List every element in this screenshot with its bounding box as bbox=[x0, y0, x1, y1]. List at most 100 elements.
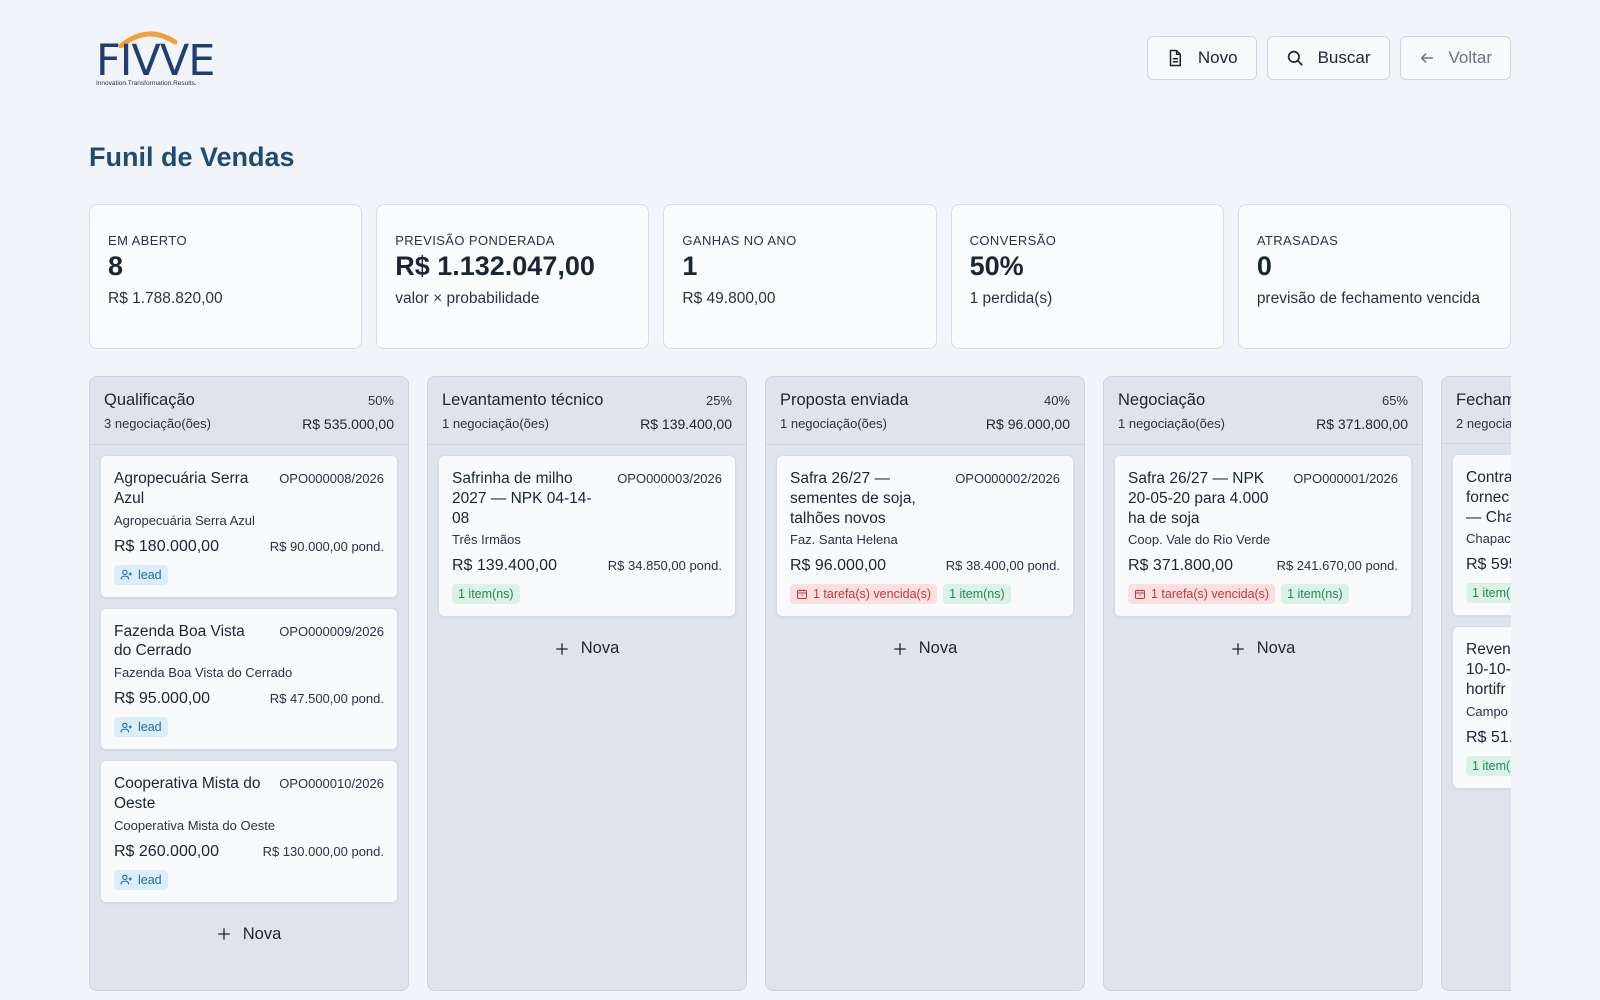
deal-title: Safrinha de milho 2027 — NPK 04-14-08 bbox=[452, 470, 592, 527]
calendar-alert-icon bbox=[797, 589, 807, 600]
column-body: Contra fornec — Cha Chapac R$ 595 1 item… bbox=[1442, 444, 1511, 789]
kpi-ganhas-no-ano: GANHAS NO ANO 1 R$ 49.800,00 bbox=[663, 204, 937, 349]
items-badge: 1 item(ns) bbox=[1281, 584, 1349, 605]
deal-value: R$ 260.000,00 bbox=[114, 842, 219, 860]
nova-button[interactable]: Nova bbox=[776, 627, 1074, 674]
document-icon bbox=[1169, 49, 1181, 67]
column-header: Levantamento técnico 25% 1 negociação(õe… bbox=[428, 377, 746, 445]
deal-card[interactable]: Agropecuária Serra Azul OPO000008/2026 A… bbox=[100, 455, 398, 598]
deal-title: Safra 26/27 — NPK 20-05-20 para 4.000 ha… bbox=[1128, 470, 1269, 527]
column-body: Safra 26/27 — NPK 20-05-20 para 4.000 ha… bbox=[1104, 445, 1422, 674]
voltar-button[interactable]: Voltar bbox=[1399, 36, 1511, 80]
kanban-board-viewport[interactable]: Qualificação 50% 3 negociação(ões) R$ 53… bbox=[89, 376, 1511, 992]
deal-code: OPO000003/2026 bbox=[617, 471, 722, 486]
kpi-sub: 1 perdida(s) bbox=[969, 289, 1053, 307]
plus-icon bbox=[1231, 643, 1244, 655]
deal-weighted-value: R$ 130.000,00 pond. bbox=[262, 843, 384, 859]
column-name: Qualificação bbox=[104, 391, 195, 409]
lead-badge-label: lead bbox=[138, 567, 162, 582]
kpi-previsao-ponderada: PREVISÃO PONDERADA R$ 1.132.047,00 valor… bbox=[376, 204, 650, 349]
deal-client: Faz. Santa Helena bbox=[790, 532, 898, 548]
column-header: Qualificação 50% 3 negociação(ões) R$ 53… bbox=[90, 377, 408, 445]
kpi-value: 0 bbox=[1256, 251, 1272, 281]
user-plus-icon bbox=[120, 722, 132, 733]
deal-title: Agropecuária Serra Azul bbox=[114, 470, 249, 507]
fivve-logo[interactable]: FIVVE Innovation.Transformation.Results. bbox=[89, 26, 215, 90]
nova-button[interactable]: Nova bbox=[100, 913, 398, 960]
column-name: Levantamento técnico bbox=[442, 391, 604, 409]
deal-code: OPO000010/2026 bbox=[279, 776, 384, 792]
nova-label: Nova bbox=[1256, 639, 1296, 658]
logo-tagline: Innovation.Transformation.Results. bbox=[96, 80, 197, 87]
deal-title: Fazenda Boa Vista do Cerrado bbox=[114, 622, 245, 660]
deal-weighted-value: R$ 38.400,00 pond. bbox=[945, 558, 1060, 574]
nova-label: Nova bbox=[580, 639, 620, 658]
deal-card[interactable]: Safra 26/27 — sementes de soja, talhões … bbox=[776, 455, 1074, 618]
column-total: R$ 535.000,00 bbox=[302, 416, 394, 432]
deal-card[interactable]: Fazenda Boa Vista do Cerrado OPO000009/2… bbox=[100, 607, 398, 751]
deal-value: R$ 96.000,00 bbox=[790, 557, 887, 575]
kpi-label: EM ABERTO bbox=[108, 233, 187, 248]
column-probability: 65% bbox=[1381, 393, 1408, 408]
column-qualificacao: Qualificação 50% 3 negociação(ões) R$ 53… bbox=[89, 376, 409, 991]
column-name: Proposta enviada bbox=[780, 391, 909, 409]
top-bar: FIVVE Innovation.Transformation.Results.… bbox=[89, 26, 1511, 90]
deal-title: Cooperativa Mista do Oeste bbox=[114, 775, 261, 813]
deal-value: R$ 180.000,00 bbox=[114, 537, 219, 555]
deal-card[interactable]: Contra fornec — Cha Chapac R$ 595 1 item… bbox=[1452, 454, 1511, 617]
kpi-sub: R$ 49.800,00 bbox=[682, 289, 776, 307]
kpi-conversao: CONVERSÃO 50% 1 perdida(s) bbox=[950, 204, 1224, 349]
search-icon bbox=[1287, 50, 1303, 66]
items-badge: 1 item( bbox=[1466, 583, 1511, 604]
kpi-row: EM ABERTO 8 R$ 1.788.820,00 PREVISÃO PON… bbox=[89, 204, 1512, 349]
column-count: 3 negociação(ões) bbox=[104, 416, 211, 431]
column-total: R$ 371.800,00 bbox=[1316, 416, 1408, 432]
nova-label: Nova bbox=[918, 639, 958, 658]
column-body: Safrinha de milho 2027 — NPK 04-14-08 OP… bbox=[428, 445, 746, 674]
column-count: 1 negociação(ões) bbox=[1118, 416, 1225, 431]
column-header: Negociação 65% 1 negociação(ões) R$ 371.… bbox=[1104, 377, 1422, 445]
kpi-em-aberto: EM ABERTO 8 R$ 1.788.820,00 bbox=[89, 204, 363, 349]
deal-card[interactable]: Safra 26/27 — NPK 20-05-20 para 4.000 ha… bbox=[1114, 455, 1412, 618]
deal-client: Cooperativa Mista do Oeste bbox=[114, 817, 276, 833]
deal-value: R$ 95.000,00 bbox=[114, 690, 211, 708]
deal-card[interactable]: Reven 10-10- hortifr Campo R$ 51.( 1 ite… bbox=[1452, 626, 1511, 789]
deal-code: OPO000009/2026 bbox=[279, 623, 384, 639]
overdue-tasks-badge: 1 tarefa(s) vencida(s) bbox=[1128, 584, 1276, 605]
column-negociacao: Negociação 65% 1 negociação(ões) R$ 371.… bbox=[1103, 376, 1423, 991]
kpi-value: 1 bbox=[682, 251, 698, 281]
arrow-left-icon bbox=[1420, 53, 1433, 63]
nova-button[interactable]: Nova bbox=[438, 627, 736, 674]
buscar-button[interactable]: Buscar bbox=[1266, 36, 1390, 80]
kpi-label: CONVERSÃO bbox=[969, 233, 1057, 248]
nova-button[interactable]: Nova bbox=[1114, 627, 1412, 674]
overdue-tasks-badge: 1 tarefa(s) vencida(s) bbox=[790, 584, 938, 605]
kpi-label: PREVISÃO PONDERADA bbox=[395, 233, 555, 248]
overdue-tasks-label: 1 tarefa(s) vencida(s) bbox=[813, 587, 932, 602]
deal-weighted-value: R$ 34.850,00 pond. bbox=[607, 558, 722, 574]
kpi-value: R$ 1.132.047,00 bbox=[395, 251, 595, 281]
column-total: R$ 139.400,00 bbox=[640, 416, 732, 432]
novo-button[interactable]: Novo bbox=[1146, 36, 1257, 80]
plus-icon bbox=[555, 643, 568, 655]
deal-value: R$ 139.400,00 bbox=[452, 557, 557, 575]
deal-card[interactable]: Cooperativa Mista do Oeste OPO000010/202… bbox=[100, 760, 398, 903]
deal-client: Agropecuária Serra Azul bbox=[114, 512, 255, 528]
column-header: Proposta enviada 40% 1 negociação(ões) R… bbox=[766, 377, 1084, 445]
calendar-alert-icon bbox=[1135, 589, 1145, 600]
logo-word: FIVVE bbox=[96, 36, 215, 86]
deal-code: OPO000001/2026 bbox=[1293, 471, 1398, 486]
lead-badge: lead bbox=[114, 869, 168, 890]
column-name: Negociação bbox=[1118, 391, 1206, 409]
deal-code: OPO000008/2026 bbox=[279, 471, 384, 486]
column-fechamento: Fecham 2 negocia Contra fornec — Cha Cha… bbox=[1441, 376, 1511, 991]
column-header: Fecham 2 negocia bbox=[1442, 377, 1511, 444]
lead-badge: lead bbox=[114, 717, 168, 738]
deal-card[interactable]: Safrinha de milho 2027 — NPK 04-14-08 OP… bbox=[438, 455, 736, 618]
column-count: 2 negocia bbox=[1456, 416, 1511, 431]
deal-client: Três Irmãos bbox=[452, 532, 521, 548]
deal-client: Campo bbox=[1466, 703, 1508, 719]
deal-client: Coop. Vale do Rio Verde bbox=[1128, 532, 1271, 548]
deal-value: R$ 51.( bbox=[1466, 728, 1511, 746]
kpi-label: GANHAS NO ANO bbox=[682, 233, 797, 248]
